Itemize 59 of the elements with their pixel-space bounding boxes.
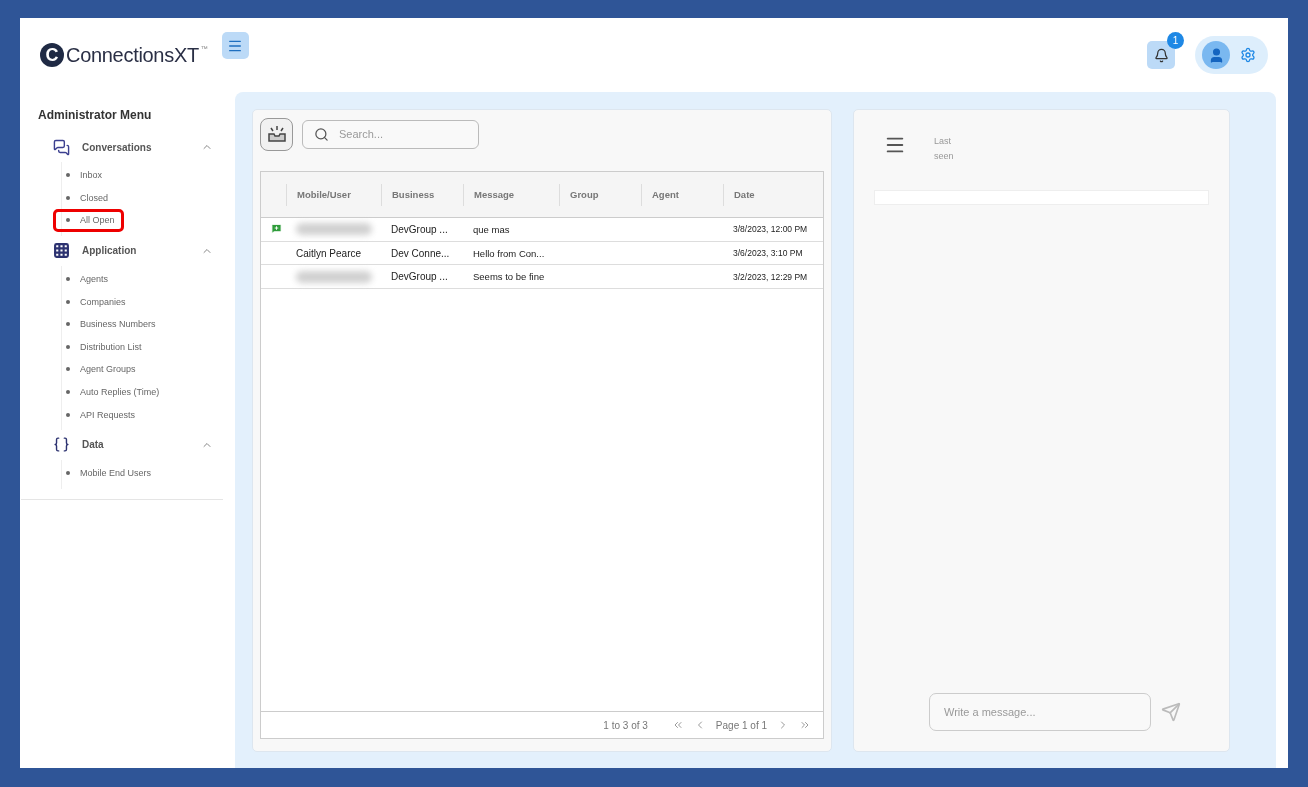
page-indicator: Page 1 of 1	[715, 719, 767, 731]
user-menu[interactable]	[1195, 36, 1268, 74]
send-icon	[1161, 702, 1181, 722]
table-row[interactable]: DevGroup ... Seems to be fine 3/2/2023, 12:29 PM	[261, 265, 823, 290]
menu-item[interactable]: Agents	[53, 267, 118, 291]
search-field[interactable]: Search...	[302, 119, 479, 149]
table-cell-text: Seems to be fine	[472, 271, 546, 283]
status-text: Last	[934, 135, 952, 148]
menu-item[interactable]: API Requests	[53, 403, 145, 426]
column-header[interactable]: Business	[381, 183, 463, 206]
settings-icon[interactable]	[1240, 47, 1256, 63]
avatar-icon	[1202, 41, 1230, 69]
inbox-button[interactable]	[260, 117, 293, 151]
menu-item[interactable]: Companies	[53, 290, 135, 313]
table-cell-text: Hello from Con...	[472, 247, 546, 259]
menu-item[interactable]: Inbox	[53, 164, 112, 187]
table-cell-text: 3/2/2023, 12:29 PM	[732, 271, 809, 282]
search-icon	[314, 126, 329, 142]
menu-item[interactable]: All Open	[53, 209, 124, 232]
column-header[interactable]: Message	[463, 183, 559, 206]
table-cell-text: DevGroup ...	[390, 223, 449, 235]
last-page-icon	[799, 719, 811, 731]
column-header[interactable]: Agent	[641, 183, 723, 206]
menu-item[interactable]: Auto Replies (Time)	[53, 380, 169, 404]
logo-text: ConnectionsXT	[66, 43, 199, 67]
chat-icon	[53, 138, 70, 156]
bell-icon	[1153, 47, 1169, 63]
column-header[interactable]: Group	[559, 183, 641, 206]
brackets-icon	[53, 436, 70, 454]
menu-group[interactable]: Data	[33, 429, 221, 460]
menu-group[interactable]: Conversations	[33, 132, 221, 162]
notifications-button[interactable]	[1147, 41, 1175, 69]
grid-icon	[53, 242, 70, 260]
logo-letter: C	[40, 43, 64, 67]
send-button[interactable]	[1161, 702, 1181, 722]
column-header[interactable]: Mobile/User	[286, 183, 381, 206]
last-page-button[interactable]	[799, 719, 811, 731]
column-header[interactable]: Date	[723, 183, 823, 206]
table-cell-text: que mas	[472, 223, 511, 235]
status-text: seen	[934, 150, 954, 163]
menu-item[interactable]: Closed	[53, 186, 117, 210]
table-cell-text: DevGroup ...	[390, 271, 449, 283]
table-cell-text: 3/8/2023, 12:00 PM	[732, 224, 809, 235]
table-cell-text: Dev Conne...	[390, 247, 451, 259]
notification-badge: 1	[1167, 32, 1184, 49]
table-row[interactable]: DevGroup ... que mas 3/8/2023, 12:00 PM	[261, 218, 823, 242]
inbox-icon	[266, 125, 287, 143]
menu-item[interactable]: Distribution List	[53, 335, 151, 359]
menu-group[interactable]: Application	[33, 235, 221, 266]
menu-button[interactable]	[221, 32, 249, 59]
table-row[interactable]: Caitlyn Pearce Dev Conne... Hello from Con... 3/6/2023, 3:10 PM	[261, 241, 823, 266]
menu-item[interactable]: Business Numbers	[53, 312, 165, 336]
menu-item[interactable]: Agent Groups	[53, 358, 145, 381]
menu-item[interactable]: Mobile End Users	[53, 461, 161, 485]
sidebar-title: Administrator Menu	[37, 107, 153, 124]
row-count: 1 to 3 of 3	[603, 719, 648, 731]
message-field[interactable]: Write a message...	[929, 693, 1151, 731]
table-cell-text: Caitlyn Pearce	[295, 247, 363, 259]
table-cell-text: 3/6/2023, 3:10 PM	[732, 248, 804, 259]
